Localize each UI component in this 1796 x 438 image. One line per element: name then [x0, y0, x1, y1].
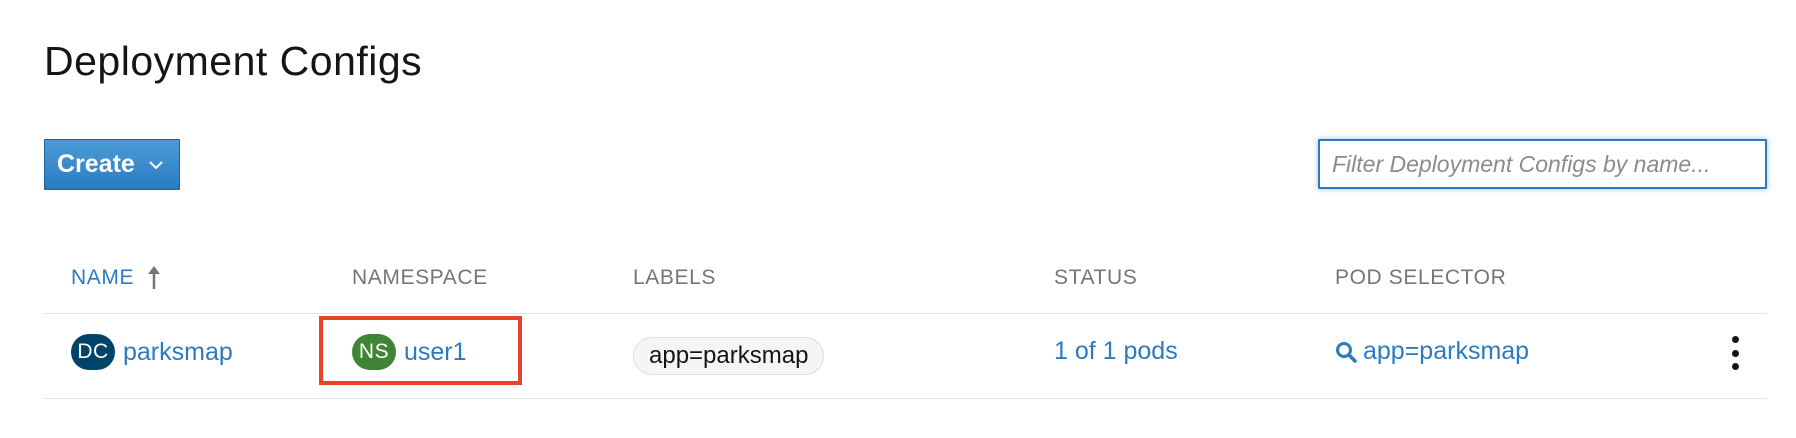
column-header-pod-selector[interactable]: POD SELECTOR — [1335, 266, 1506, 290]
kebab-dot — [1731, 363, 1739, 370]
search-icon — [1336, 341, 1357, 363]
page-title: Deployment Configs — [44, 38, 423, 84]
status-link[interactable]: 1 of 1 pods — [1054, 337, 1178, 366]
column-header-status[interactable]: STATUS — [1054, 266, 1137, 290]
pod-selector-link[interactable]: app=parksmap — [1363, 337, 1529, 366]
kebab-dot — [1731, 349, 1739, 357]
table-row: DC parksmap NS user1 app=parksmap 1 of 1… — [0, 314, 1796, 398]
pod-selector-cell[interactable]: app=parksmap — [1335, 337, 1529, 366]
name-cell: DC parksmap — [71, 334, 233, 370]
namespace-link[interactable]: user1 — [404, 338, 467, 367]
create-button-label: Create — [57, 150, 135, 178]
deployment-config-link[interactable]: parksmap — [123, 338, 233, 367]
ns-badge: NS — [352, 334, 396, 370]
sort-ascending-icon — [148, 266, 161, 289]
chevron-down-icon — [149, 160, 163, 169]
table-row-divider — [44, 398, 1767, 399]
column-header-namespace[interactable]: NAMESPACE — [352, 266, 488, 290]
namespace-cell: NS user1 — [352, 334, 467, 370]
filter-input[interactable] — [1318, 139, 1767, 189]
kebab-dot — [1731, 336, 1739, 343]
create-button[interactable]: Create — [44, 139, 180, 190]
label-chip[interactable]: app=parksmap — [633, 337, 825, 375]
dc-badge: DC — [71, 334, 115, 370]
column-header-labels[interactable]: LABELS — [633, 266, 716, 290]
kebab-menu-icon[interactable] — [1728, 336, 1742, 370]
column-header-name[interactable]: NAME — [71, 266, 161, 290]
column-header-name-label: NAME — [71, 266, 135, 289]
